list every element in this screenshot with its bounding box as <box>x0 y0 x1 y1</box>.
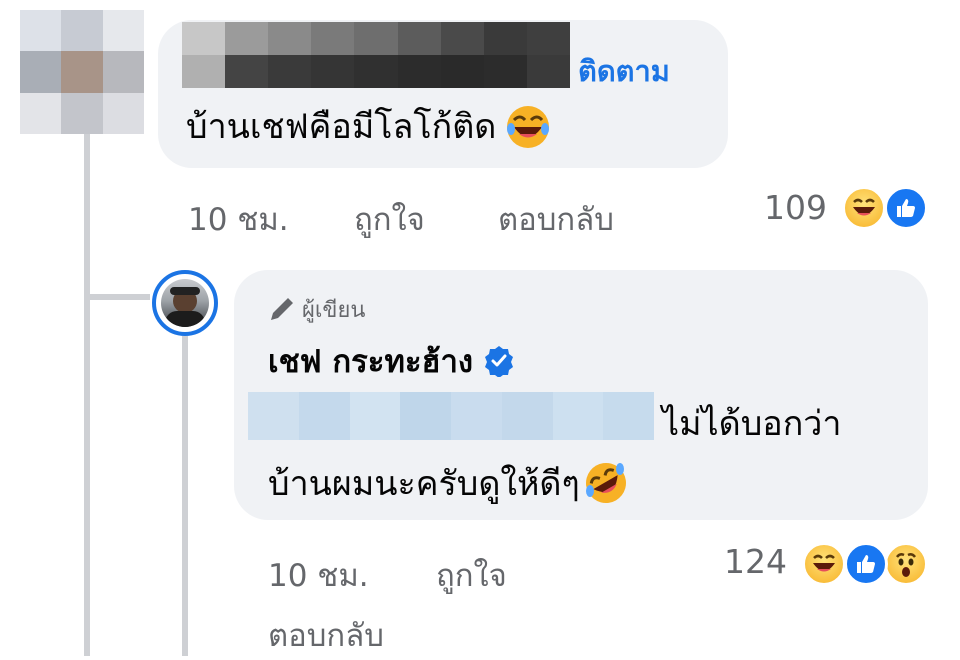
like-reaction-icon[interactable] <box>884 186 928 230</box>
haha-reaction-icon[interactable] <box>842 186 886 230</box>
reply-timestamp[interactable]: 10 ชม. <box>268 550 369 600</box>
reply-button[interactable]: ตอบกลับ <box>498 194 614 244</box>
follow-button[interactable]: ติดตาม <box>578 48 670 94</box>
author-badge: ผู้เขียน <box>268 292 365 327</box>
pencil-icon <box>268 297 294 323</box>
thread-line-reply <box>182 336 188 656</box>
redacted-text <box>248 392 654 440</box>
haha-reaction-icon[interactable] <box>802 542 846 586</box>
like-reaction-icon[interactable] <box>844 542 888 586</box>
author-name-text[interactable]: เชฟ กระทะฮ้าง <box>268 336 473 386</box>
comment-timestamp[interactable]: 10 ชม. <box>188 194 289 244</box>
comment-text: บ้านเชฟคือมีโลโก้ติด <box>186 102 550 152</box>
commenter-name-redacted[interactable] <box>182 22 570 88</box>
reply-text-line1: ไม่ได้บอกว่า <box>662 404 842 444</box>
wow-reaction-icon[interactable] <box>884 542 928 586</box>
like-button[interactable]: ถูกใจ <box>354 194 425 244</box>
author-name[interactable]: เชฟ กระทะฮ้าง <box>268 336 515 386</box>
reply-text-line2: บ้านผมนะครับดูให้ดีๆ <box>268 456 628 510</box>
thread-line-branch <box>84 294 150 300</box>
comment-text-content: บ้านเชฟคือมีโลโก้ติด <box>186 107 497 147</box>
rofl-emoji-icon <box>584 461 628 505</box>
reaction-count[interactable]: 109 <box>764 188 827 227</box>
reply-text-line2-content: บ้านผมนะครับดูให้ดีๆ <box>268 464 580 504</box>
avatar[interactable] <box>20 10 144 134</box>
haha-emoji-icon <box>506 105 550 149</box>
thread-line-main <box>84 134 90 656</box>
reply-reaction-count[interactable]: 124 <box>724 542 787 581</box>
reply-reply-button[interactable]: ตอบกลับ <box>268 610 384 660</box>
author-badge-label: ผู้เขียน <box>302 298 366 323</box>
reply-like-button[interactable]: ถูกใจ <box>436 550 507 600</box>
author-avatar[interactable] <box>152 270 218 336</box>
verified-badge-icon <box>483 345 515 378</box>
